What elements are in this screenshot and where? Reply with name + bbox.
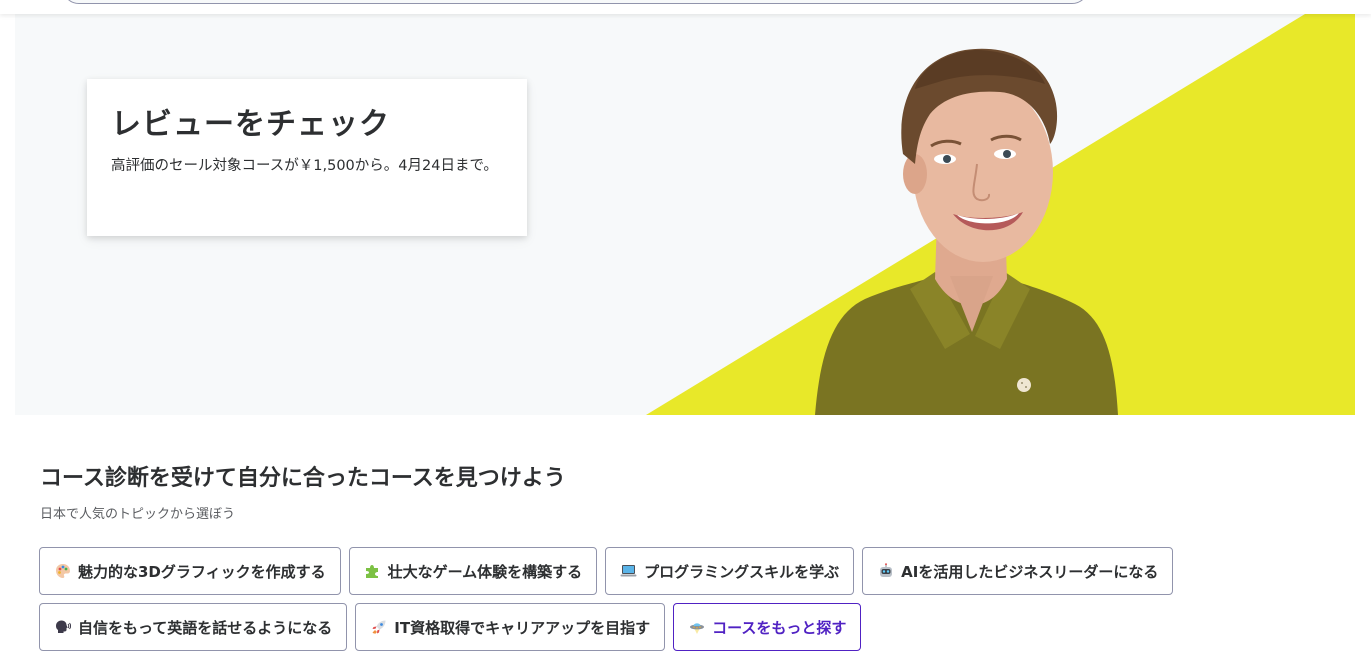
topic-chips-row-2: 自信をもって英語を話せるようになる IT資格取得でキャリアアップを目指す コース… [39, 603, 862, 651]
chip-label: 壮大なゲーム体験を構築する [387, 562, 583, 581]
topic-chip-ai-business[interactable]: AIを活用したビジネスリーダーになる [862, 547, 1174, 595]
topic-chip-3d-graphics[interactable]: 魅力的な3Dグラフィックを作成する [39, 547, 341, 595]
chip-label: 自信をもって英語を話せるようになる [78, 618, 333, 637]
chip-label: AIを活用したビジネスリーダーになる [901, 562, 1159, 581]
section-subheading: 日本で人気のトピックから選ぼう [40, 507, 236, 522]
chip-label: IT資格取得でキャリアアップを目指す [394, 618, 651, 637]
speaking-head-icon [54, 619, 71, 636]
promo-text: 高評価のセール対象コースが￥1,500から。4月24日まで。 [111, 158, 498, 174]
ufo-icon [688, 619, 705, 636]
top-header-bar [0, 0, 1371, 14]
chip-label: コースをもっと探す [712, 618, 847, 637]
laptop-icon [620, 563, 637, 580]
search-bar[interactable] [62, 0, 1089, 4]
robot-icon [877, 563, 894, 580]
puzzle-piece-icon [364, 563, 381, 580]
section-heading: コース診断を受けて自分に合ったコースを見つけよう [40, 465, 566, 491]
explore-more-courses-button[interactable]: コースをもっと探す [673, 603, 862, 651]
chip-label: 魅力的な3Dグラフィックを作成する [78, 562, 326, 581]
promo-card: レビューをチェック 高評価のセール対象コースが￥1,500から。4月24日まで。 [87, 79, 527, 236]
hero-banner: レビューをチェック 高評価のセール対象コースが￥1,500から。4月24日まで。 [15, 14, 1355, 415]
topic-chips-row-1: 魅力的な3Dグラフィックを作成する 壮大なゲーム体験を構築する プログラミングス… [39, 547, 1174, 595]
topic-chip-game-dev[interactable]: 壮大なゲーム体験を構築する [348, 547, 598, 595]
rocket-icon [370, 619, 387, 636]
topic-chip-english[interactable]: 自信をもって英語を話せるようになる [39, 603, 348, 651]
chip-label: プログラミングスキルを学ぶ [644, 562, 840, 581]
promo-title: レビューをチェック [111, 107, 390, 142]
topic-chip-it-certification[interactable]: IT資格取得でキャリアアップを目指す [355, 603, 666, 651]
palette-icon [54, 563, 71, 580]
topic-chip-programming[interactable]: プログラミングスキルを学ぶ [605, 547, 855, 595]
